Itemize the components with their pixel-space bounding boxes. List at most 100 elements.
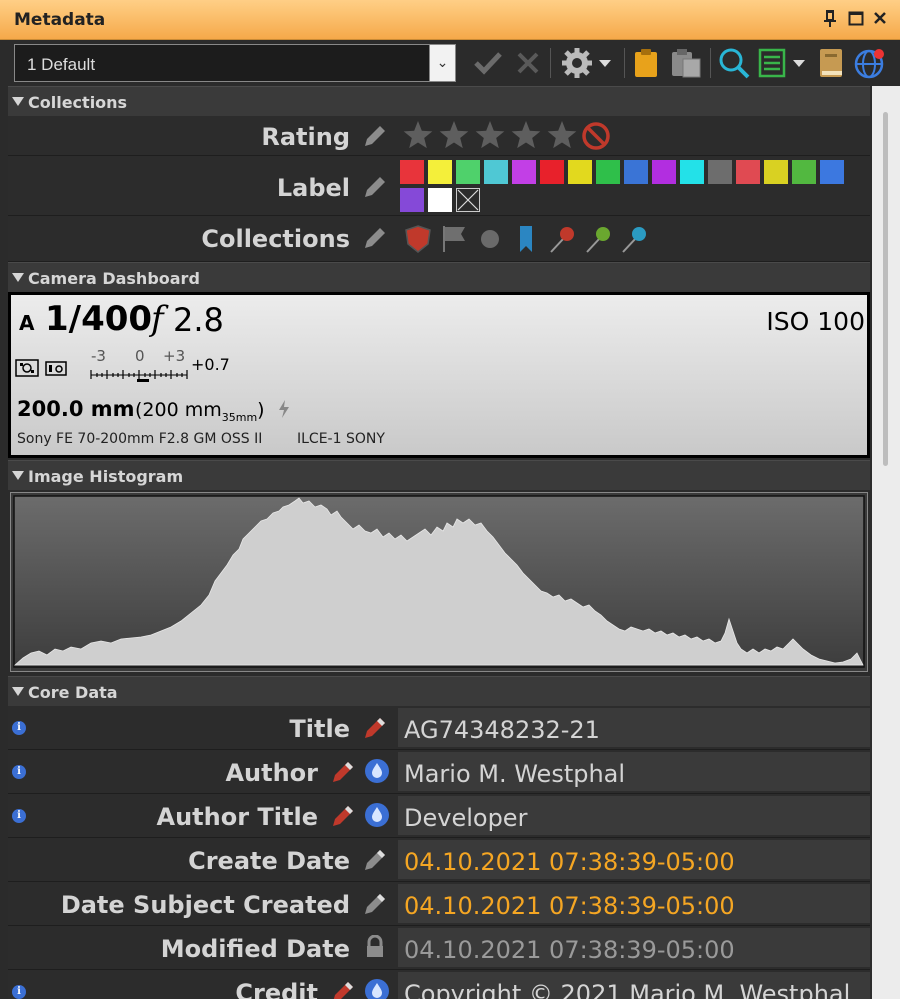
star-icon[interactable] [439, 121, 469, 149]
section-camera-dashboard-header[interactable]: Camera Dashboard [8, 262, 870, 292]
star-icon[interactable] [475, 121, 505, 149]
label-color-swatch[interactable] [512, 160, 536, 184]
label-color-swatch[interactable] [792, 160, 816, 184]
label-swatches [400, 160, 860, 214]
collapse-triangle-icon[interactable] [12, 687, 24, 696]
label-color-swatch[interactable] [484, 160, 508, 184]
bookmark-icon[interactable] [512, 224, 540, 256]
star-icon[interactable] [511, 121, 541, 149]
info-icon[interactable]: i [12, 809, 26, 823]
maximize-icon[interactable] [846, 8, 866, 30]
section-core-data-header[interactable]: Core Data [8, 676, 870, 706]
lock-icon [364, 934, 390, 961]
pencil-icon[interactable] [330, 759, 356, 785]
chevron-down-icon[interactable]: ⌄ [429, 45, 455, 81]
star-icon[interactable] [547, 121, 577, 149]
collapse-triangle-icon[interactable] [12, 97, 24, 106]
drive-mode-icon [45, 359, 69, 381]
focal-length: 200.0 mm [17, 397, 135, 421]
field-value: 04.10.2021 07:38:39-05:00 [404, 892, 735, 920]
pin-green-icon[interactable] [584, 224, 612, 256]
preset-select[interactable]: 1 Default ⌄ [14, 44, 456, 82]
focal-35-close: ) [257, 399, 265, 421]
drop-icon[interactable] [364, 978, 390, 999]
pencil-icon[interactable] [362, 123, 388, 149]
flag-icon[interactable] [440, 224, 468, 256]
field-label: Modified Date [160, 935, 350, 963]
toolbar: 1 Default ⌄ [0, 40, 900, 86]
scrollbar-thumb[interactable] [883, 112, 888, 466]
field-value-box[interactable]: Mario M. Westphal [398, 752, 870, 791]
collections-label: Collections [201, 225, 350, 253]
pin-red-icon[interactable] [548, 224, 576, 256]
collection-icons [404, 224, 648, 256]
label-color-swatch[interactable] [540, 160, 564, 184]
section-histogram-header[interactable]: Image Histogram [8, 460, 870, 490]
ev-scale-minus: -3 [91, 347, 106, 365]
label-color-swatch[interactable] [652, 160, 676, 184]
label-color-swatch[interactable] [736, 160, 760, 184]
settings-gear-icon[interactable] [558, 46, 616, 80]
focal-35-open: (200 mm [135, 399, 222, 421]
separator [550, 48, 551, 78]
field-label: Author [225, 759, 318, 787]
pencil-icon[interactable] [330, 803, 356, 829]
label-color-swatch[interactable] [820, 160, 844, 184]
field-value: 04.10.2021 07:38:39-05:00 [404, 848, 735, 876]
label-color-swatch[interactable] [400, 188, 424, 212]
pin-blue-icon[interactable] [620, 224, 648, 256]
search-icon[interactable] [716, 46, 752, 80]
close-icon[interactable] [870, 8, 890, 30]
label-color-swatch[interactable] [428, 188, 452, 212]
field-value-box[interactable]: Copyright © 2021 Mario M. Westphal [398, 972, 870, 999]
collapse-triangle-icon[interactable] [12, 471, 24, 480]
info-icon[interactable]: i [12, 765, 26, 779]
shutter-speed: 1/400 [45, 299, 153, 339]
globe-settings-icon[interactable] [852, 46, 888, 80]
field-value: Developer [404, 804, 528, 832]
pencil-icon[interactable] [362, 225, 388, 251]
discard-x-icon[interactable] [512, 46, 544, 80]
label-color-swatch[interactable] [764, 160, 788, 184]
pencil-icon[interactable] [330, 979, 356, 999]
label-color-swatch[interactable] [400, 160, 424, 184]
field-label: Date Subject Created [60, 891, 350, 919]
pencil-icon[interactable] [362, 715, 388, 741]
shield-icon[interactable] [404, 224, 432, 256]
field-value-box[interactable]: AG74348232-21 [398, 708, 870, 747]
info-icon[interactable]: i [12, 721, 26, 735]
field-value-box[interactable]: Developer [398, 796, 870, 835]
pencil-icon[interactable] [362, 174, 388, 200]
rating-stars-svg[interactable] [398, 118, 628, 154]
star-icon[interactable] [403, 121, 433, 149]
field-value-box[interactable]: 04.10.2021 07:38:39-05:00 [398, 884, 870, 923]
pencil-icon[interactable] [362, 891, 388, 917]
drop-icon[interactable] [364, 758, 390, 784]
reject-icon[interactable] [582, 122, 610, 150]
label-color-swatch[interactable] [708, 160, 732, 184]
window-titlebar: Metadata [0, 0, 900, 40]
label-color-swatch[interactable] [428, 160, 452, 184]
clipboard-copy-icon[interactable] [630, 46, 662, 80]
section-collections-header[interactable]: Collections [8, 86, 870, 116]
collapse-triangle-icon[interactable] [12, 273, 24, 282]
dot-icon[interactable] [476, 224, 504, 256]
info-icon[interactable]: i [12, 985, 26, 999]
label-color-swatch[interactable] [624, 160, 648, 184]
pencil-icon[interactable] [362, 847, 388, 873]
rating-stars[interactable] [398, 118, 870, 153]
label-color-swatch[interactable] [596, 160, 620, 184]
clear-label-icon[interactable] [456, 188, 480, 212]
label-color-swatch[interactable] [680, 160, 704, 184]
list-view-icon[interactable] [758, 46, 810, 80]
aperture: 2.8 [173, 301, 224, 339]
field-label: Credit [235, 979, 318, 999]
clipboard-paste-icon[interactable] [668, 46, 704, 80]
book-icon[interactable] [814, 46, 848, 80]
field-value-box[interactable]: 04.10.2021 07:38:39-05:00 [398, 840, 870, 879]
label-color-swatch[interactable] [568, 160, 592, 184]
drop-icon[interactable] [364, 802, 390, 828]
label-color-swatch[interactable] [456, 160, 480, 184]
apply-check-icon[interactable] [470, 46, 506, 80]
pin-icon[interactable] [820, 8, 840, 30]
